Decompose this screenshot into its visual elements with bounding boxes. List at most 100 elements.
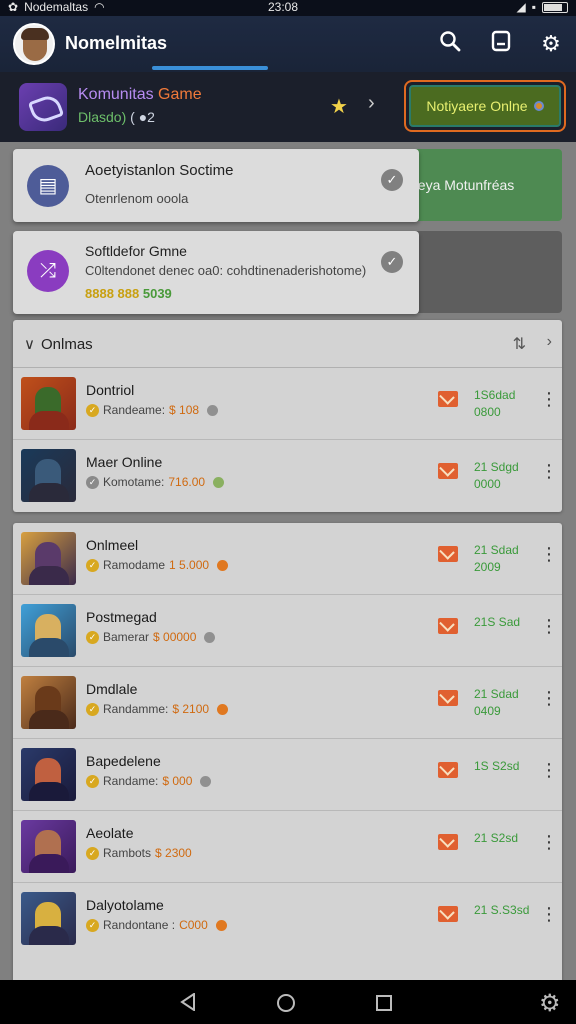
game-stats: 21 Sdgd 0000 [474,459,519,493]
list-item[interactable]: Dalyotolame ✓ Randontane : C000 21 S.S3sd ⋮ [13,883,562,955]
swipe-action-green[interactable]: neya Motunfréas [408,149,562,221]
suggestion-stat-b: 5039 [142,286,172,301]
verified-icon: ✓ [86,846,99,860]
coin-icon [217,559,229,571]
home-icon[interactable] [277,994,295,1012]
suggestion-title: Aoetyistanlon Soctime [85,162,234,179]
game-sub-label: Bamerar [103,630,150,644]
game-stats: 21 Sdad 2009 [474,542,519,576]
coin-icon [217,703,229,715]
game-stat-primary: 1S6dad [474,388,516,402]
sort-icon[interactable]: ⇅ [513,334,526,354]
game-price: C000 [179,918,208,932]
game-thumbnail[interactable] [21,449,76,502]
game-thumbnail[interactable] [21,604,76,657]
game-thumbnail[interactable] [21,377,76,430]
star-icon[interactable]: ★ [330,94,348,119]
check-icon[interactable]: ✓ [381,169,403,191]
more-options-icon[interactable]: ⋮ [540,545,558,563]
game-sub-label: Komotame: [103,475,165,489]
game-stats: 1S S2sd [474,758,519,775]
thumbnail-body [29,566,69,585]
game-subtitle: ✓ Randontane : C000 [86,918,227,932]
coin-icon [204,631,216,643]
mail-icon[interactable] [438,834,458,850]
more-options-icon[interactable]: ⋮ [540,689,558,707]
featured-title-part-a: Komunitas [78,86,154,103]
carrier-label: Nodemaltas [24,0,89,14]
game-sub-label: Randamme: [103,702,169,716]
game-price: $ 108 [169,403,200,417]
game-title: Dalyotolame [86,897,164,913]
game-thumbnail[interactable] [21,748,76,801]
featured-game-title[interactable]: Komunitas Game [78,86,202,104]
chevron-down-icon[interactable]: ∨ [24,335,35,353]
back-icon[interactable] [180,993,196,1011]
mail-icon[interactable] [438,762,458,778]
suggestion-card[interactable]: ⤮ Softldefor Gmne C0ltendonet denec oa0:… [13,231,419,314]
more-options-icon[interactable]: ⋮ [540,462,558,480]
more-options-icon[interactable]: ⋮ [540,833,558,851]
mail-icon[interactable] [438,906,458,922]
game-title: Maer Online [86,454,163,470]
mail-icon[interactable] [438,546,458,562]
more-options-icon[interactable]: ⋮ [540,390,558,408]
panel-header[interactable]: ∨ Onlmas ⇅ › [13,320,562,368]
featured-count-icon: ( ● [130,109,148,125]
app-bar: Nomelmitas ⚙ [0,16,576,72]
check-icon[interactable]: ✓ [381,251,403,273]
list-item[interactable]: Dontriol ✓ Randeame: $ 108 1S6dad 0800 ⋮ [13,368,562,440]
featured-game-subtitle: Dlasdo) ( ●2 [78,109,155,125]
game-subtitle: ✓ Randeame: $ 108 [86,403,219,417]
list-item[interactable]: Onlmeel ✓ Ramodame 1 5.000 21 Sdad 2009 ⋮ [13,523,562,595]
more-options-icon[interactable]: ⋮ [540,905,558,923]
suggestion-stat-a: 8888 888 [85,286,140,301]
game-title: Postmegad [86,609,157,625]
game-thumbnail[interactable] [21,532,76,585]
search-icon[interactable] [436,30,464,58]
wifi-icon: ◠ [94,0,105,14]
notify-online-button[interactable]: Notiyaere Onlne [404,80,566,132]
suggestion-subtitle: Otenrlenom ooola [85,191,189,206]
game-subtitle: ✓ Randame: $ 000 [86,774,212,788]
thumbnail-body [29,411,69,430]
suggestion-title: Softldefor Gmne [85,243,187,259]
game-stat-secondary: 0000 [474,477,501,491]
game-thumbnail[interactable] [21,676,76,729]
suggestion-stats: 8888 888 5039 [85,286,172,301]
list-item[interactable]: Maer Online ✓ Komotame: 716.00 21 Sdgd 0000 ⋮ [13,440,562,512]
battery-icon [542,1,568,13]
game-stat-primary: 21 Sdgd [474,460,519,474]
chevron-right-icon[interactable]: › [368,92,375,115]
thumbnail-body [29,782,69,801]
more-options-icon[interactable]: ⋮ [540,617,558,635]
verified-icon: ✓ [86,475,99,489]
system-nav-bar: ⚙ [0,980,576,1024]
game-subtitle: ✓ Bamerar $ 00000 [86,630,216,644]
more-options-icon[interactable]: ⋮ [540,761,558,779]
thumbnail-body [29,926,69,945]
recents-icon[interactable] [376,995,392,1011]
settings-icon[interactable]: ⚙ [537,30,565,58]
chevron-right-icon[interactable]: › [547,333,552,351]
avatar[interactable] [13,23,55,65]
game-sub-label: Randontane : [103,918,176,932]
swipe-action-gray[interactable] [408,231,562,313]
mail-icon[interactable] [438,690,458,706]
list-item[interactable]: Postmegad ✓ Bamerar $ 00000 21S Sad ⋮ [13,595,562,667]
list-item[interactable]: Aeolate ✓ Rambots $ 2300 21 S2sd ⋮ [13,811,562,883]
game-subtitle: ✓ Komotame: 716.00 [86,475,225,489]
gear-icon[interactable]: ⚙ [539,989,561,1018]
mail-icon[interactable] [438,463,458,479]
featured-game-thumbnail[interactable] [19,83,67,131]
list-item[interactable]: Dmdlale ✓ Randamme: $ 2100 21 Sdad 0409 ⋮ [13,667,562,739]
game-stats: 21 S.S3sd [474,902,529,919]
coin-icon [213,476,225,488]
game-thumbnail[interactable] [21,820,76,873]
mail-icon[interactable] [438,618,458,634]
game-thumbnail[interactable] [21,892,76,945]
save-icon[interactable] [487,30,515,58]
mail-icon[interactable] [438,391,458,407]
suggestion-card[interactable]: ▤ Aoetyistanlon Soctime Otenrlenom ooola… [13,149,419,222]
list-item[interactable]: Bapedelene ✓ Randame: $ 000 1S S2sd ⋮ [13,739,562,811]
